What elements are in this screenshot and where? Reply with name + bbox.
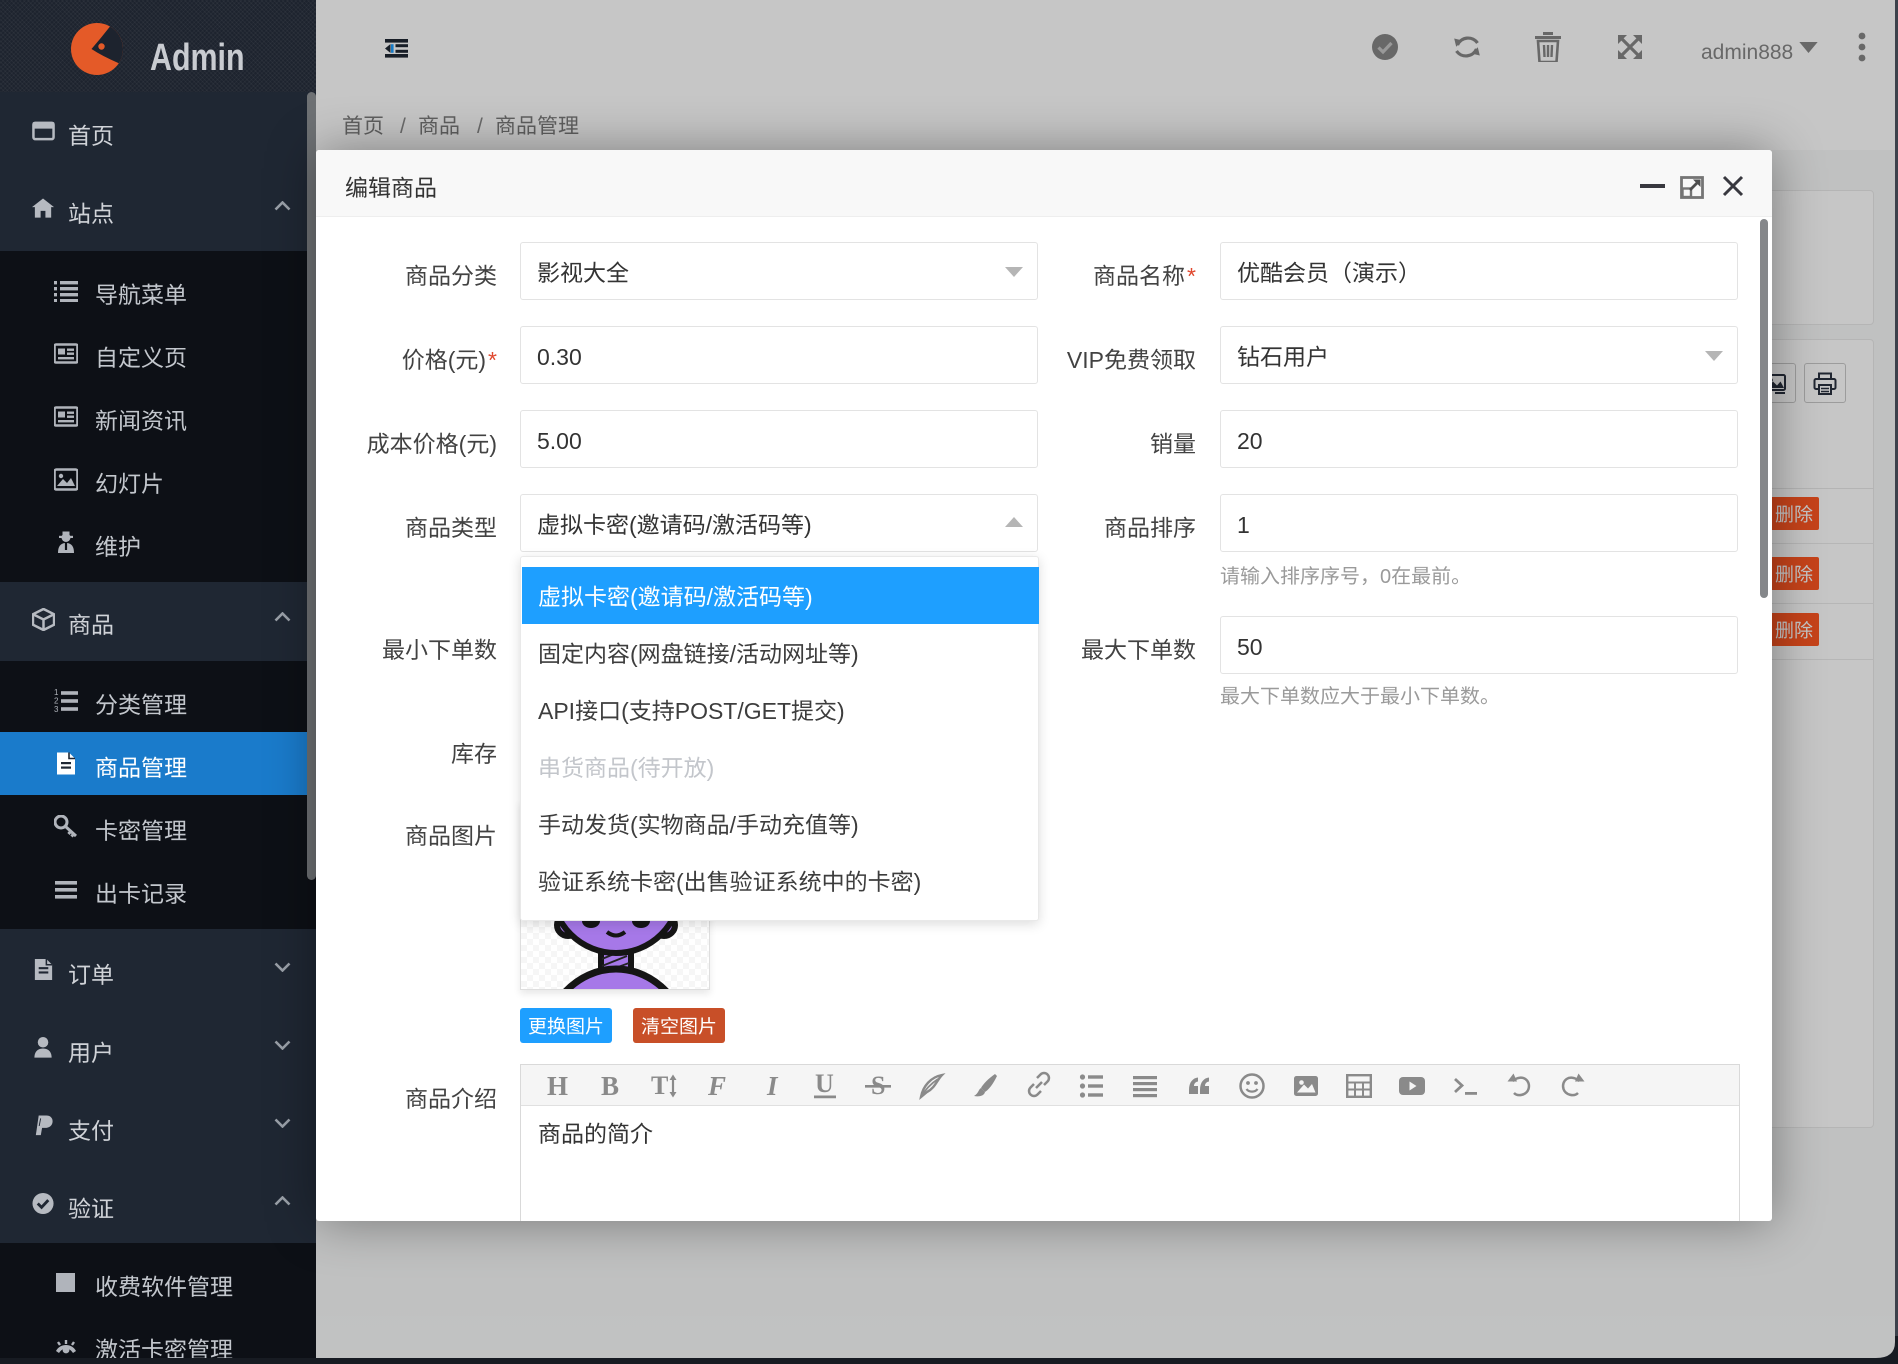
- svg-text:3: 3: [54, 704, 59, 712]
